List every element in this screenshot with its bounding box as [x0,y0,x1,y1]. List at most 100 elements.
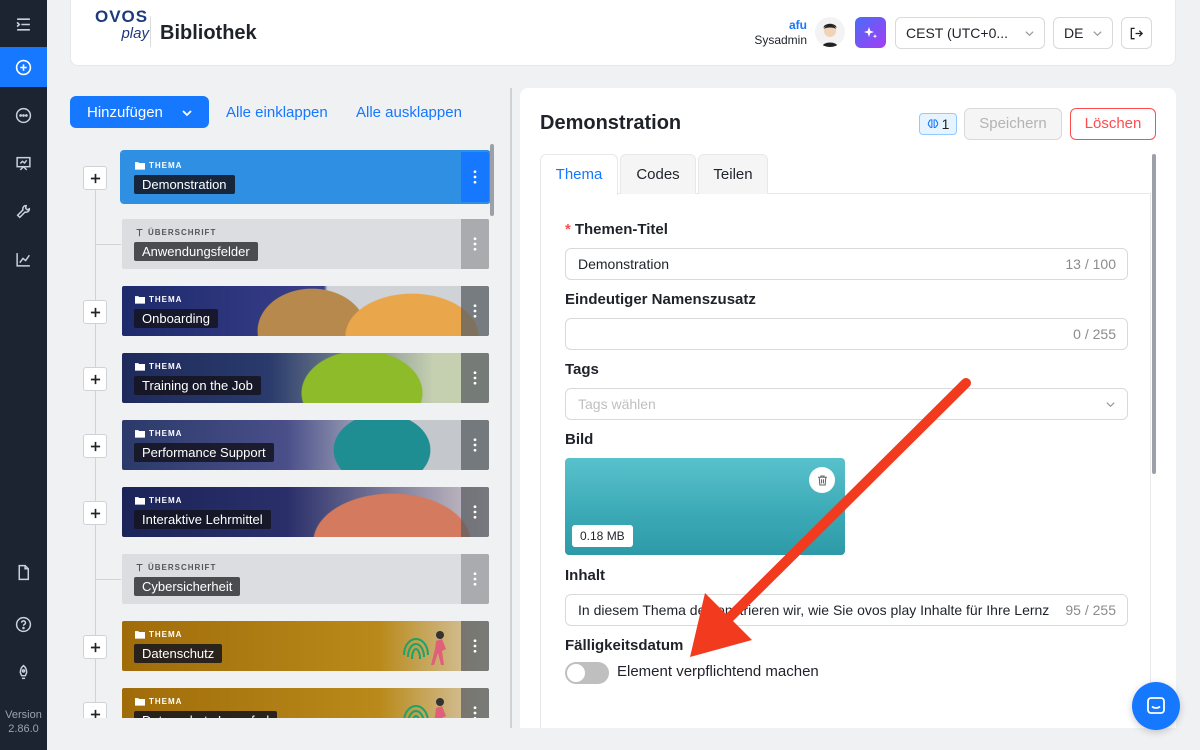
file-icon[interactable] [0,552,47,592]
tree-heading-item[interactable]: ÜBERSCHRIFT Cybersicherheit [70,554,498,604]
title-field-label: * Themen-Titel [565,221,668,238]
ovos-play-logo[interactable]: OVOS play [95,8,151,48]
tree-card[interactable]: ÜBERSCHRIFT Cybersicherheit [122,554,489,604]
expand-toggle[interactable] [83,635,107,659]
badge-count: 1 [941,116,950,132]
delete-button[interactable]: Löschen [1070,108,1156,140]
collapse-all-link[interactable]: Alle einklappen [226,104,328,121]
tree-topic-item[interactable]: THEMA Performance Support [70,420,498,470]
item-menu-button[interactable] [461,688,489,718]
expand-toggle[interactable] [83,367,107,391]
tree-topic-item[interactable]: THEMA Datenschutz Lernpfad [70,688,498,718]
panel-resize-handle[interactable] [510,88,512,728]
plus-icon [90,441,100,451]
expand-toggle[interactable] [83,166,107,190]
tree-card[interactable]: THEMA Interaktive Lehrmittel [122,487,489,537]
tree-card[interactable]: THEMA Performance Support [122,420,489,470]
item-type: THEMA [135,630,182,639]
more-vertical-icon [473,572,477,586]
user-info[interactable]: afu Sysadmin [731,18,807,48]
expand-toggle[interactable] [83,501,107,525]
expand-toggle[interactable] [83,702,107,718]
expand-toggle[interactable] [83,300,107,324]
tree-topic-item[interactable]: THEMA Datenschutz [70,621,498,671]
plus-icon [90,642,100,652]
content-input[interactable]: In diesem Thema demonstrieren wir, wie S… [565,594,1128,626]
item-menu-button[interactable] [461,554,489,604]
question-circle-icon[interactable] [0,604,47,644]
tree-card[interactable]: THEMA Datenschutz Lernpfad [122,688,489,718]
header-divider [150,16,151,47]
item-menu-button[interactable] [461,353,489,403]
suffix-input[interactable]: 0 / 255 [565,318,1128,350]
item-menu-button[interactable] [461,420,489,470]
add-button[interactable]: Hinzufügen [70,96,209,128]
presentation-icon[interactable] [0,143,47,183]
item-menu-button[interactable] [461,621,489,671]
timezone-select[interactable]: CEST (UTC+0... [895,17,1045,49]
plus-circle-icon[interactable] [0,47,47,87]
tree-heading-item[interactable]: ÜBERSCHRIFT Anwendungsfelder [70,219,498,269]
line-chart-icon[interactable] [0,239,47,279]
expand-all-link[interactable]: Alle ausklappen [356,104,462,121]
topic-form: * Themen-Titel Demonstration 13 / 100 Ein… [540,194,1151,728]
tab-teilen[interactable]: Teilen [698,154,768,194]
save-button[interactable]: Speichern [964,108,1062,140]
tab-codes[interactable]: Codes [620,154,696,194]
folder-icon [135,162,145,170]
more-vertical-icon [473,304,477,318]
plus-icon [90,173,100,183]
tool-icon[interactable] [0,191,47,231]
tab-thema[interactable]: Thema [540,154,618,195]
mandatory-toggle-label: Element verpflichtend machen [617,663,819,680]
item-menu-button[interactable] [461,152,489,202]
topic-image[interactable]: 0.18 MB [565,458,845,555]
title-input[interactable]: Demonstration 13 / 100 [565,248,1128,280]
menu-fold-icon[interactable] [0,4,47,44]
sidebar: Version 2.86.0 [0,0,47,750]
language-value: DE [1064,25,1084,41]
tags-select[interactable]: Tags wählen [565,388,1128,420]
chat-support-button[interactable] [1132,682,1180,730]
item-label: Performance Support [134,443,274,462]
ai-assistant-button[interactable] [855,17,886,48]
expand-toggle[interactable] [83,434,107,458]
image-delete-button[interactable] [809,467,835,493]
more-vertical-icon [473,438,477,452]
item-menu-button[interactable] [461,487,489,537]
tree-card[interactable]: THEMA Onboarding [122,286,489,336]
item-type: THEMA [135,697,182,706]
detail-panel: Demonstration 1 Speichern Löschen Thema … [520,88,1176,728]
more-vertical-icon [473,639,477,653]
content-field-label: Inhalt [565,567,605,584]
item-label: Onboarding [134,309,218,328]
item-menu-button[interactable] [461,219,489,269]
form-scrollbar[interactable] [1152,154,1156,474]
version-label: Version [5,709,42,721]
mandatory-toggle[interactable] [565,662,609,684]
tree-card[interactable]: ÜBERSCHRIFT Anwendungsfelder [122,219,489,269]
item-type: ÜBERSCHRIFT [135,228,216,237]
heading-icon [136,563,143,572]
message-icon[interactable] [0,95,47,135]
chat-icon [1147,697,1165,714]
suffix-field-label: Eindeutiger Namenszusatz [565,291,756,308]
logout-button[interactable] [1121,17,1152,49]
tree-topic-item[interactable]: THEMA Training on the Job [70,353,498,403]
add-button-label: Hinzufügen [87,103,163,121]
sparkle-icon [863,26,877,38]
rocket-icon[interactable] [0,652,47,692]
tree-scrollbar[interactable] [490,144,494,216]
item-type: THEMA [135,362,182,371]
tree-topic-item[interactable]: THEMA Interaktive Lehrmittel [70,487,498,537]
bundle-badge[interactable]: 1 [919,113,957,135]
tree-topic-item[interactable]: THEMA Demonstration [70,150,498,204]
tree-card[interactable]: THEMA Datenschutz [122,621,489,671]
tree-topic-item[interactable]: THEMA Onboarding [70,286,498,336]
avatar[interactable] [815,17,845,47]
item-menu-button[interactable] [461,286,489,336]
due-date-label: Fälligkeitsdatum [565,637,684,654]
language-select[interactable]: DE [1053,17,1113,49]
tree-card[interactable]: THEMA Demonstration [120,150,491,204]
tree-card[interactable]: THEMA Training on the Job [122,353,489,403]
